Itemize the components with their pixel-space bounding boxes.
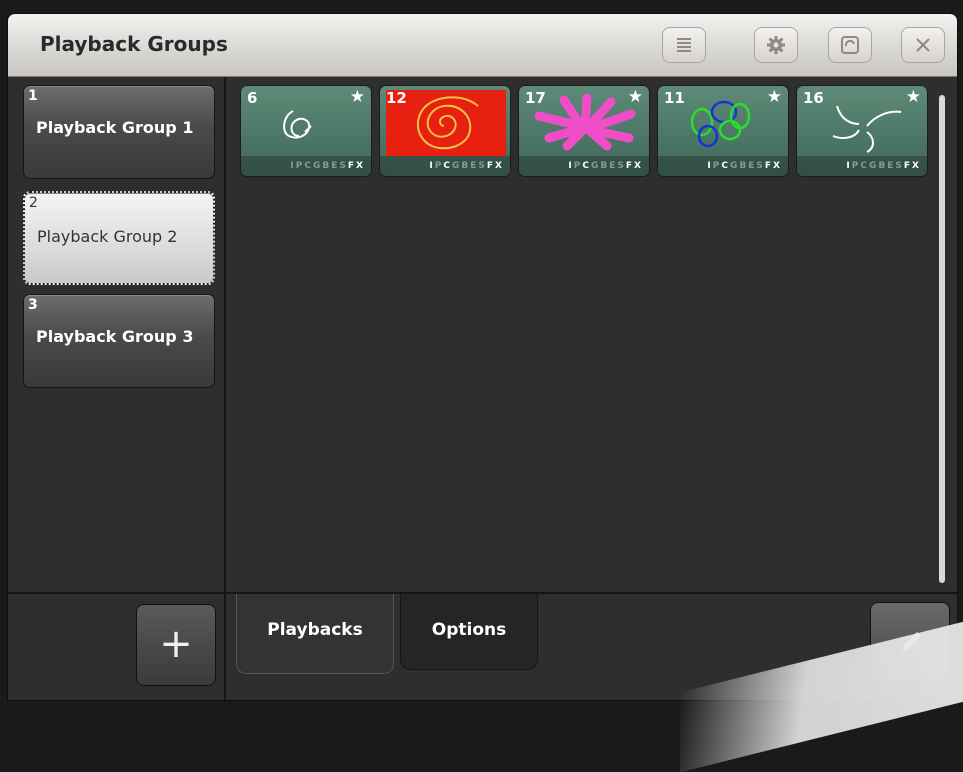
star-icon: ★	[766, 87, 782, 107]
playback-number: 16	[803, 89, 824, 107]
playback-number: 17	[525, 89, 546, 107]
tab-playbacks[interactable]: Playbacks	[236, 594, 394, 674]
group-item-1[interactable]: 1 Playback Group 1	[23, 85, 215, 179]
tab-options[interactable]: Options	[400, 594, 538, 670]
playback-groups-window: Playback Groups 1 Playback Group 1 2 Pla…	[8, 14, 957, 700]
star-icon: ★	[627, 87, 643, 107]
group-name: Playback Group 1	[36, 118, 194, 137]
playback-tile-6[interactable]: 6 ★ IPCGBESFX	[240, 85, 372, 177]
playback-number: 6	[247, 89, 258, 107]
title-bar: Playback Groups	[8, 14, 957, 77]
settings-button[interactable]	[754, 27, 798, 63]
group-name: Playback Group 2	[37, 227, 178, 246]
fullscreen-button[interactable]	[828, 27, 872, 63]
group-name: Playback Group 3	[36, 327, 194, 346]
playback-number: 11	[664, 89, 685, 107]
playback-tile-12[interactable]: 12 IPCGBESFX	[379, 85, 511, 177]
vertical-scrollbar[interactable]	[939, 95, 945, 583]
close-button[interactable]	[901, 27, 945, 63]
main-area: 1 Playback Group 1 2 Playback Group 2 3 …	[8, 77, 957, 700]
playback-tiles: 6 ★ IPCGBESFX 12 IPCGBESFX 17 ★ IPCGBESF…	[232, 82, 932, 182]
fullscreen-icon	[841, 36, 859, 54]
star-icon: ★	[349, 87, 365, 107]
group-list: 1 Playback Group 1 2 Playback Group 2 3 …	[8, 77, 226, 592]
playback-tile-16[interactable]: 16 ★ IPCGBESFX	[796, 85, 928, 177]
list-icon	[677, 38, 691, 52]
attribute-strip: IPCGBESFX	[241, 156, 371, 176]
group-item-3[interactable]: 3 Playback Group 3	[23, 294, 215, 388]
list-view-button[interactable]	[662, 27, 706, 63]
add-group-button[interactable]: +	[136, 604, 216, 686]
playback-tile-11[interactable]: 11 ★ IPCGBESFX	[657, 85, 789, 177]
close-icon	[916, 38, 930, 52]
divider	[224, 594, 226, 700]
attribute-strip: IPCGBESFX	[797, 156, 927, 176]
window-title: Playback Groups	[40, 32, 228, 56]
playback-number: 12	[386, 89, 407, 107]
group-number: 1	[28, 88, 38, 104]
star-icon: ★	[905, 87, 921, 107]
group-number: 3	[28, 297, 38, 313]
group-number: 2	[29, 195, 38, 211]
gear-icon	[767, 36, 785, 54]
attribute-strip: IPCGBESFX	[380, 156, 510, 176]
attribute-strip: IPCGBESFX	[519, 156, 649, 176]
playback-tile-17[interactable]: 17 ★ IPCGBESFX	[518, 85, 650, 177]
group-item-2[interactable]: 2 Playback Group 2	[23, 191, 215, 285]
attribute-strip: IPCGBESFX	[658, 156, 788, 176]
